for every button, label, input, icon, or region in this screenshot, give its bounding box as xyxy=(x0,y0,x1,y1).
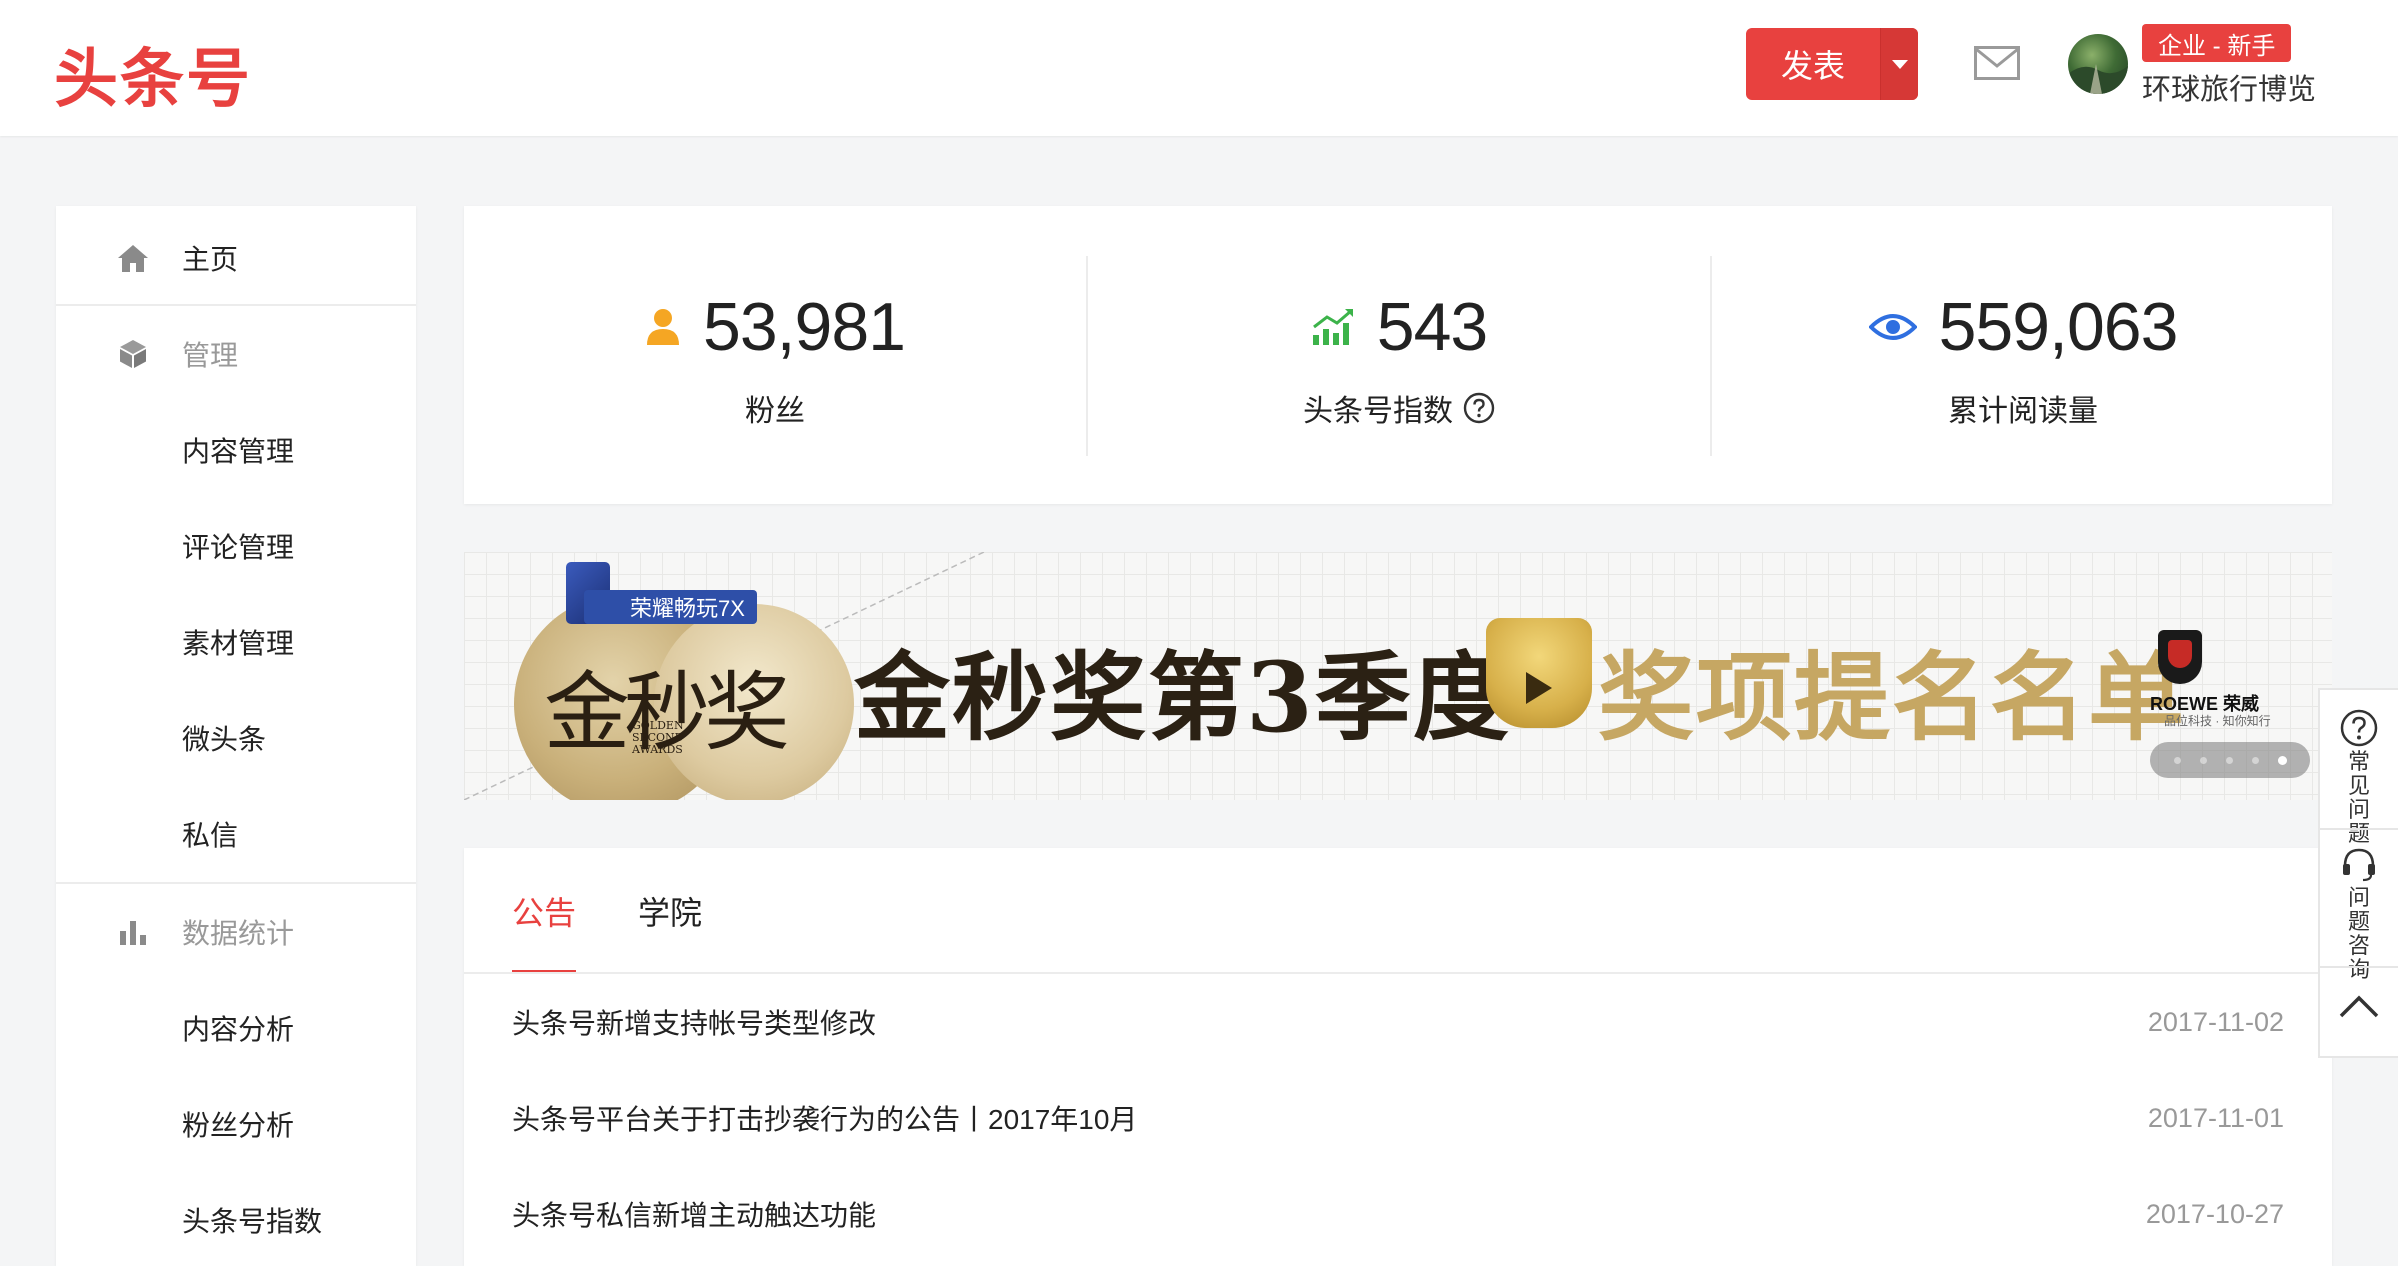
stat-fans[interactable]: 53,981 粉丝 xyxy=(464,206,1086,504)
faq-label: 常见问题 xyxy=(2347,749,2370,846)
mail-icon[interactable] xyxy=(1974,46,2020,80)
stats-card: 53,981 粉丝 543 头条号指数 559,063 累计阅读量 xyxy=(464,206,2332,504)
carousel-dot[interactable] xyxy=(2173,756,2181,764)
fans-count: 53,981 xyxy=(703,289,906,365)
trend-up-icon xyxy=(1312,309,1353,345)
home-icon xyxy=(116,241,150,275)
sidebar-group-label: 数据统计 xyxy=(182,918,295,949)
back-to-top-button[interactable] xyxy=(2320,992,2398,1022)
sidebar-item-label: 粉丝分析 xyxy=(182,1110,295,1141)
eye-icon xyxy=(1868,314,1917,340)
bar-chart-icon xyxy=(116,915,150,949)
fans-label: 粉丝 xyxy=(745,395,805,428)
top-header: 头条号 发表 企业 - 新手 环球旅行博览 xyxy=(0,0,2398,136)
sidebar-item-messages[interactable]: 私信 xyxy=(56,786,416,882)
avatar[interactable] xyxy=(2068,34,2128,94)
announcement-date: 2017-11-02 xyxy=(2147,1006,2284,1037)
sidebar-item-content-manage[interactable]: 内容管理 xyxy=(56,402,416,498)
publish-button[interactable]: 发表 xyxy=(1746,28,1880,100)
award-logo-subtext: GOLDEN SECOND AWARDS xyxy=(632,719,684,756)
carousel-dot[interactable] xyxy=(2251,756,2259,764)
announcement-title[interactable]: 头条号新增支持帐号类型修改 xyxy=(512,1002,876,1042)
sidebar-item-label: 微头条 xyxy=(182,724,267,755)
help-icon[interactable] xyxy=(1463,392,1495,424)
sidebar-item-label: 私信 xyxy=(182,820,239,851)
headset-icon xyxy=(2343,848,2375,882)
brand-logo[interactable]: 头条号 xyxy=(54,28,252,120)
roewe-logo-icon xyxy=(2158,630,2202,684)
list-item[interactable]: 头条号新增支持帐号类型修改 2017-11-02 xyxy=(512,974,2284,1070)
announcement-title[interactable]: 头条号私信新增主动触达功能 xyxy=(512,1194,876,1234)
stat-toutiao-index[interactable]: 543 头条号指数 xyxy=(1088,206,1710,504)
sidebar-item-micro-toutiao[interactable]: 微头条 xyxy=(56,690,416,786)
toutiao-index-value: 543 xyxy=(1376,289,1488,365)
cube-icon xyxy=(116,337,150,371)
toutiao-index-label: 头条号指数 xyxy=(1303,395,1453,428)
list-item[interactable]: 头条号平台关于打击抄袭行为的公告丨2017年10月 2017-11-01 xyxy=(512,1070,2284,1166)
promo-banner[interactable]: 荣耀畅玩7X 金秒奖 GOLDEN SECOND AWARDS 金秒奖第3季度 … xyxy=(464,552,2332,800)
sidebar-item-label: 内容管理 xyxy=(182,436,295,467)
total-reads-label: 累计阅读量 xyxy=(1948,395,2098,428)
announcement-date: 2017-10-27 xyxy=(2145,1198,2284,1229)
sidebar-nav: 主页 管理 内容管理 评论管理 素材管理 微头条 私信 数据统计 内容分析 粉丝… xyxy=(56,206,416,1266)
announcement-card: 公告 学院 头条号新增支持帐号类型修改 2017-11-02 头条号平台关于打击… xyxy=(464,848,2332,1266)
sponsor-phone-tag: 荣耀畅玩7X xyxy=(584,590,757,624)
user-icon xyxy=(647,309,679,345)
sidebar-item-label: 素材管理 xyxy=(182,628,295,659)
banner-title-highlight: 奖项提名名单 xyxy=(1598,641,2186,754)
question-icon xyxy=(2340,709,2378,747)
sidebar-item-comment-manage[interactable]: 评论管理 xyxy=(56,498,416,594)
list-item[interactable]: 头条号私信新增主动触达功能 2017-10-27 xyxy=(512,1166,2284,1262)
sidebar-group-manage[interactable]: 管理 xyxy=(56,306,416,402)
divider xyxy=(2320,966,2398,968)
announcement-title[interactable]: 头条号平台关于打击抄袭行为的公告丨2017年10月 xyxy=(512,1098,1137,1138)
announcement-date: 2017-11-01 xyxy=(2147,1102,2284,1133)
sidebar-group-label: 管理 xyxy=(182,340,239,371)
divider xyxy=(2320,828,2398,830)
sidebar-item-fans-analysis[interactable]: 粉丝分析 xyxy=(56,1076,416,1172)
account-name[interactable]: 环球旅行博览 xyxy=(2142,66,2316,108)
consult-button[interactable]: 问题咨询 xyxy=(2320,844,2398,982)
chevron-up-icon xyxy=(2339,995,2379,1018)
tab-academy[interactable]: 学院 xyxy=(638,848,702,974)
carousel-indicators[interactable] xyxy=(2150,742,2310,778)
gold-trophy-icon xyxy=(1486,618,1592,728)
total-reads-value: 559,063 xyxy=(1938,289,2179,365)
sidebar-item-label: 评论管理 xyxy=(182,532,295,563)
account-type-badge: 企业 - 新手 xyxy=(2142,24,2292,62)
sidebar-item-label: 内容分析 xyxy=(182,1014,295,1045)
banner-title: 金秒奖第3季度 xyxy=(854,641,1511,754)
publish-dropdown-toggle[interactable] xyxy=(1880,28,1918,100)
announcement-tabs: 公告 学院 xyxy=(512,848,702,974)
sidebar-item-material-manage[interactable]: 素材管理 xyxy=(56,594,416,690)
sponsor-slogan: 品位科技 · 知你知行 xyxy=(2164,714,2271,728)
stat-total-reads[interactable]: 559,063 累计阅读量 xyxy=(1712,206,2334,504)
carousel-dot[interactable] xyxy=(2225,756,2233,764)
floating-toolbar: 常见问题 问题咨询 xyxy=(2318,688,2398,1058)
tab-announcements[interactable]: 公告 xyxy=(512,848,577,974)
sidebar-item-toutiao-index[interactable]: 头条号指数 xyxy=(56,1172,416,1266)
sidebar-item-content-analysis[interactable]: 内容分析 xyxy=(56,980,416,1076)
sidebar-item-home[interactable]: 主页 xyxy=(56,210,416,306)
faq-button[interactable]: 常见问题 xyxy=(2320,708,2398,846)
sidebar-item-label: 主页 xyxy=(182,244,239,275)
caret-down-icon xyxy=(1891,59,1908,69)
avatar-image xyxy=(2068,64,2128,94)
publish-button-group[interactable]: 发表 xyxy=(1746,28,1918,100)
carousel-dot-active[interactable] xyxy=(2277,755,2287,765)
sidebar-item-label: 头条号指数 xyxy=(182,1206,323,1237)
carousel-dot[interactable] xyxy=(2199,756,2207,764)
sidebar-group-stats[interactable]: 数据统计 xyxy=(56,884,416,980)
